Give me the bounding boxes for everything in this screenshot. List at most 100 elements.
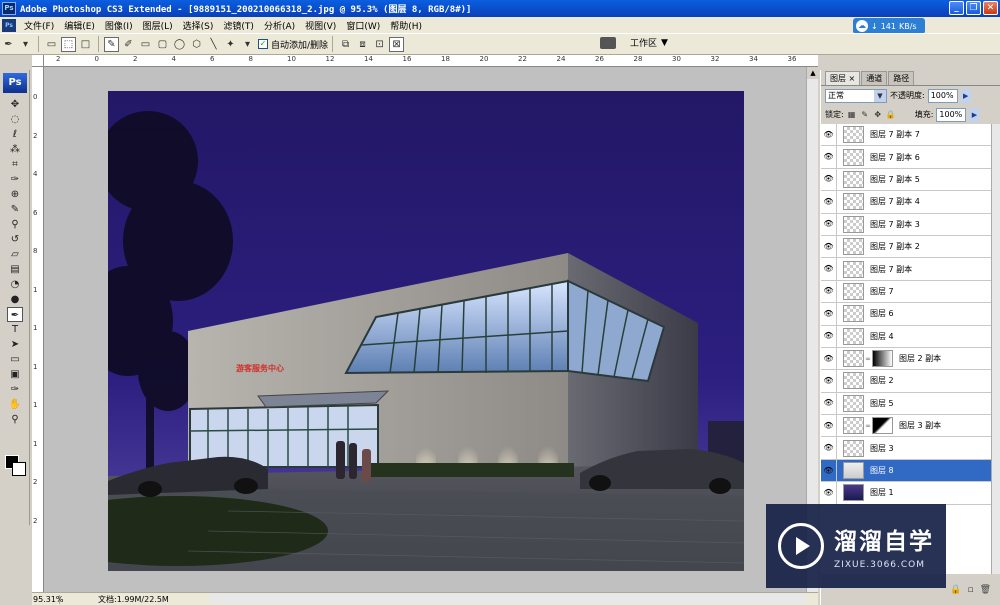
layer-name[interactable]: 图层 3 副本 (899, 420, 941, 431)
shape-tool-icon[interactable]: ▭ (7, 352, 23, 367)
mask-link-icon[interactable]: ∞ (864, 422, 872, 430)
marquee-tool-icon[interactable]: ◌ (7, 112, 23, 127)
tab-layers[interactable]: 图层 × (825, 71, 861, 85)
background-color-swatch[interactable] (12, 462, 26, 476)
menu-help[interactable]: 帮助(H) (385, 19, 427, 32)
mask-link-icon[interactable]: ∞ (864, 355, 872, 363)
layer-row[interactable]: 👁 图层 7 副本 4 (821, 190, 991, 214)
layer-row[interactable]: 👁 图层 8 (821, 459, 991, 483)
visibility-eye-icon[interactable]: 👁 (821, 235, 837, 258)
rectangle-icon[interactable]: ▭ (138, 37, 153, 52)
layer-name[interactable]: 图层 5 (870, 398, 894, 409)
workspace-menu[interactable]: 工作区 ▼ (600, 36, 668, 49)
ruler-corner[interactable] (32, 55, 44, 67)
lasso-tool-icon[interactable]: ℓ (7, 127, 23, 142)
menu-view[interactable]: 视图(V) (300, 19, 341, 32)
eyedropper-2-icon[interactable]: ✑ (7, 382, 23, 397)
zoom-tool-icon[interactable]: ⚲ (7, 412, 23, 427)
menu-window[interactable]: 窗口(W) (341, 19, 385, 32)
lock-all-icon[interactable]: 🔒 (886, 110, 896, 120)
path-exclude-icon[interactable]: ⊠ (389, 36, 405, 52)
shape-layers-icon[interactable]: ▭ (44, 37, 59, 52)
layer-row[interactable]: 👁 ∞ 图层 2 副本 (821, 347, 991, 371)
layer-row[interactable]: 👁 图层 7 副本 7 (821, 124, 991, 147)
layer-name[interactable]: 图层 6 (870, 308, 894, 319)
layer-name[interactable]: 图层 7 副本 3 (870, 219, 920, 230)
menu-edit[interactable]: 编辑(E) (59, 19, 100, 32)
paths-mode-icon[interactable]: ⬚ (61, 36, 76, 52)
horizontal-scrollbar[interactable] (210, 593, 806, 604)
visibility-eye-icon[interactable]: 👁 (821, 437, 837, 460)
custom-shape-icon[interactable]: ✦ (223, 37, 238, 52)
image-canvas[interactable]: 游客服务中心 (108, 91, 744, 571)
new-layer-icon[interactable]: ▫ (967, 585, 973, 595)
pen-tool-preset-icon[interactable]: ✒ (1, 37, 16, 52)
path-selection-icon[interactable]: ➤ (7, 337, 23, 352)
geometry-options-icon[interactable]: ▾ (240, 37, 255, 52)
opacity-slider-icon[interactable]: ▶ (960, 88, 971, 103)
blur-tool-icon[interactable]: ◔ (7, 277, 23, 292)
line-icon[interactable]: ╲ (206, 37, 221, 52)
tab-paths[interactable]: 路径 (888, 71, 915, 85)
layer-name[interactable]: 图层 8 (870, 465, 894, 476)
auto-add-delete-checkbox[interactable]: ✓ (258, 39, 268, 49)
dodge-tool-icon[interactable]: ● (7, 292, 23, 307)
menu-layer[interactable]: 图层(L) (138, 19, 178, 32)
visibility-eye-icon[interactable]: 👁 (821, 481, 837, 504)
type-tool-icon[interactable]: T (7, 322, 23, 337)
preset-dropdown-icon[interactable]: ▾ (18, 37, 33, 52)
layer-row[interactable]: 👁 图层 3 (821, 437, 991, 460)
hand-tool-icon[interactable]: ✋ (7, 397, 23, 412)
visibility-eye-icon[interactable]: 👁 (821, 414, 837, 437)
layer-row[interactable]: 👁 图层 7 副本 (821, 258, 991, 281)
horizontal-ruler[interactable]: 2 0 2 4 6 8 10 12 14 16 18 20 22 24 26 28 30 32 34 36 (44, 55, 818, 67)
visibility-eye-icon[interactable]: 👁 (821, 213, 837, 236)
close-button[interactable]: ✕ (983, 1, 998, 15)
pen-icon[interactable]: ✎ (104, 36, 119, 52)
layer-row[interactable]: 👁 图层 6 (821, 302, 991, 326)
layer-row[interactable]: 👁 图层 7 副本 6 (821, 146, 991, 169)
visibility-eye-icon[interactable]: 👁 (821, 459, 837, 482)
net-speed-widget[interactable]: ☁ ↓ 141 KB/s (853, 18, 925, 34)
layer-row[interactable]: 👁 图层 4 (821, 325, 991, 348)
ellipse-icon[interactable]: ◯ (172, 37, 187, 52)
layer-name[interactable]: 图层 1 (870, 487, 894, 498)
layer-row[interactable]: 👁 图层 7 副本 5 (821, 168, 991, 192)
vertical-ruler[interactable]: 0 2 4 6 8 1 1 1 1 1 2 2 (32, 67, 44, 592)
healing-brush-icon[interactable]: ⊕ (7, 187, 23, 202)
layer-name[interactable]: 图层 2 副本 (899, 353, 941, 364)
visibility-eye-icon[interactable]: 👁 (821, 190, 837, 213)
tab-channels[interactable]: 通道 (861, 71, 888, 85)
history-brush-icon[interactable]: ↺ (7, 232, 23, 247)
fill-pixels-icon[interactable]: □ (78, 37, 93, 52)
visibility-eye-icon[interactable]: 👁 (821, 168, 837, 191)
document-info[interactable]: 文档:1.99M/22.5M (60, 594, 230, 605)
visibility-eye-icon[interactable]: 👁 (821, 392, 837, 415)
visibility-eye-icon[interactable]: 👁 (821, 370, 837, 392)
layer-name[interactable]: 图层 7 副本 5 (870, 174, 920, 185)
move-tool-icon[interactable]: ✥ (7, 97, 23, 112)
gradient-tool-icon[interactable]: ▤ (7, 262, 23, 277)
layer-row[interactable]: 👁 图层 7 (821, 280, 991, 304)
menu-select[interactable]: 选择(S) (178, 19, 219, 32)
path-subtract-icon[interactable]: ⧈ (355, 37, 370, 52)
layer-row[interactable]: 👁 图层 1 (821, 481, 991, 505)
fill-input[interactable]: 100% (936, 107, 967, 122)
layer-row[interactable]: 👁 图层 7 副本 2 (821, 235, 991, 259)
menu-analysis[interactable]: 分析(A) (259, 19, 300, 32)
layer-row[interactable]: 👁 ∞ 图层 3 副本 (821, 414, 991, 438)
magic-wand-icon[interactable]: ⁂ (7, 142, 23, 157)
layers-scrollbar[interactable] (991, 124, 1000, 574)
layer-name[interactable]: 图层 7 副本 6 (870, 152, 920, 163)
layer-mask-thumbnail[interactable] (872, 350, 893, 368)
layer-name[interactable]: 图层 3 (870, 443, 894, 454)
lock-pixels-icon[interactable]: ✎ (860, 110, 870, 120)
layer-name[interactable]: 图层 7 副本 (870, 264, 912, 275)
restore-button[interactable]: ❐ (966, 1, 981, 15)
delete-layer-icon[interactable]: 🗑 (980, 585, 991, 595)
polygon-icon[interactable]: ⬡ (189, 37, 204, 52)
lock-transparency-icon[interactable]: ▦ (847, 110, 857, 120)
layer-name[interactable]: 图层 7 副本 2 (870, 241, 920, 252)
lock-layer-icon[interactable]: 🔒 (950, 585, 961, 595)
layer-name[interactable]: 图层 7 副本 7 (870, 129, 920, 140)
